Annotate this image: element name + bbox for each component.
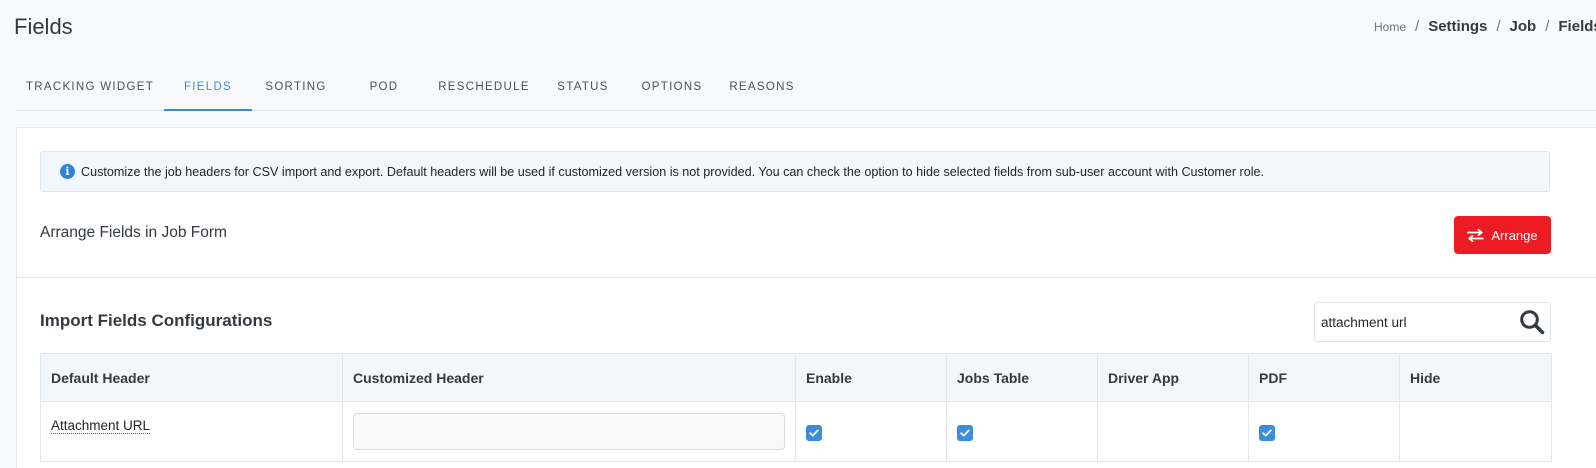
page-title: Fields [14, 14, 73, 39]
tab-reschedule[interactable]: RESCHEDULE [428, 64, 540, 110]
tab-pod[interactable]: POD [340, 64, 428, 110]
tab-status[interactable]: STATUS [540, 64, 626, 110]
column-header-default: Default Header [40, 353, 343, 402]
tab-sorting[interactable]: SORTING [252, 64, 340, 110]
info-alert: i Customize the job headers for CSV impo… [40, 151, 1550, 192]
section-divider [17, 277, 1596, 278]
column-header-customized: Customized Header [342, 353, 796, 402]
customized-header-input[interactable] [353, 413, 785, 450]
check-icon [1262, 429, 1272, 436]
info-text: Customize the job headers for CSV import… [81, 164, 1265, 179]
column-header-jobs-table: Jobs Table [946, 353, 1098, 402]
search-input[interactable] [1315, 303, 1517, 341]
breadcrumb-separator: / [1415, 18, 1420, 35]
fields-card: i Customize the job headers for CSV impo… [16, 127, 1596, 468]
check-icon [960, 429, 970, 436]
breadcrumb-settings[interactable]: Settings [1428, 18, 1487, 35]
search-icon[interactable] [1517, 307, 1547, 337]
arrange-button-label: Arrange [1491, 227, 1538, 243]
breadcrumb: Home / Settings / Job / Fields [1374, 18, 1596, 35]
cell-pdf [1248, 401, 1400, 462]
tab-fields[interactable]: FIELDS [164, 64, 252, 111]
info-icon: i [60, 164, 75, 179]
table-row: Attachment URL [40, 401, 1552, 462]
cell-default-header: Attachment URL [40, 401, 343, 462]
check-icon [809, 429, 819, 436]
cell-jobs-table [946, 401, 1098, 462]
arrange-button[interactable]: Arrange [1454, 216, 1551, 254]
column-header-hide: Hide [1399, 353, 1552, 402]
cell-driver-app [1097, 401, 1249, 462]
tab-tracking-widget[interactable]: TRACKING WIDGET [16, 64, 164, 110]
tab-reasons[interactable]: REASONS [718, 64, 806, 110]
breadcrumb-separator: / [1545, 18, 1550, 35]
pdf-checkbox[interactable] [1259, 424, 1275, 441]
enable-checkbox[interactable] [806, 424, 822, 441]
fields-table: Default Header Customized Header Enable … [40, 353, 1552, 462]
arrange-fields-title: Arrange Fields in Job Form [40, 224, 227, 241]
breadcrumb-separator: / [1496, 18, 1501, 35]
settings-tabs: TRACKING WIDGET FIELDS SORTING POD RESCH… [16, 64, 1596, 111]
field-name: Attachment URL [51, 417, 151, 434]
breadcrumb-home[interactable]: Home [1374, 20, 1406, 34]
jobs-table-checkbox[interactable] [957, 424, 973, 441]
swap-arrows-icon [1467, 228, 1485, 242]
table-header-row: Default Header Customized Header Enable … [40, 353, 1552, 402]
import-fields-title: Import Fields Configurations [40, 311, 273, 330]
column-header-pdf: PDF [1248, 353, 1400, 402]
cell-customized-header [342, 401, 796, 462]
column-header-enable: Enable [795, 353, 947, 402]
column-header-driver-app: Driver App [1097, 353, 1249, 402]
cell-hide [1399, 401, 1552, 462]
search-box [1314, 302, 1551, 342]
tab-options[interactable]: OPTIONS [626, 64, 718, 110]
breadcrumb-current: Fields [1558, 18, 1596, 35]
breadcrumb-job[interactable]: Job [1510, 18, 1537, 35]
cell-enable [795, 401, 947, 462]
